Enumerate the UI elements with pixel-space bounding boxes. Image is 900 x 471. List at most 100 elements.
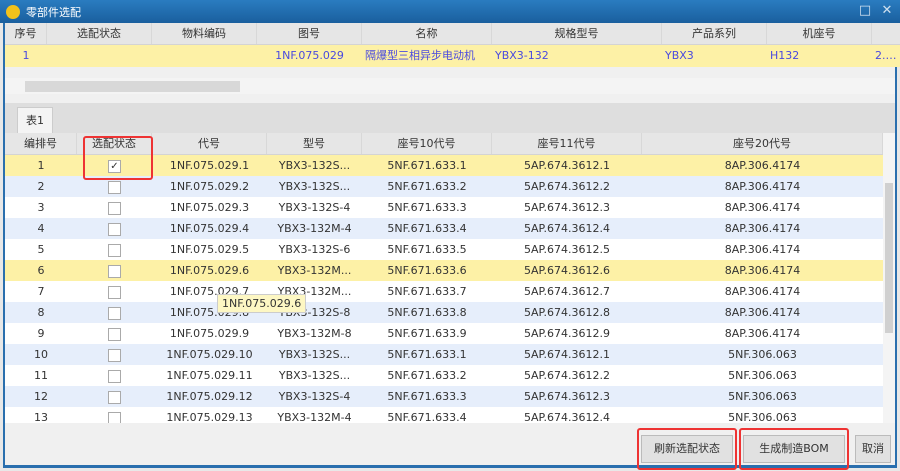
cancel-button[interactable]: 取消 — [855, 435, 891, 463]
grid-cell: 5NF.671.633.6 — [387, 264, 467, 277]
scroll-thumb[interactable] — [885, 183, 893, 333]
grid-cell: YBX3-132S... — [278, 159, 351, 172]
grid-cell: 5NF.671.633.1 — [387, 348, 467, 361]
grid-cell: 5 — [37, 243, 45, 256]
grid-cell: 13 — [34, 411, 48, 423]
grid-cell: YBX3-132M-4 — [277, 222, 352, 235]
selection-checkbox[interactable] — [108, 348, 121, 362]
grid-cell: 5AP.674.3612.6 — [524, 264, 610, 277]
selection-checkbox[interactable] — [108, 243, 121, 257]
selection-cell — [77, 386, 152, 407]
maximize-icon[interactable]: □ — [858, 4, 872, 18]
grid-row[interactable]: 3 1NF.075.029.3 YBX3-132S-4 5NF.671.633.3 5A… — [5, 197, 883, 218]
grid-cell: 1NF.075.029.2 — [169, 180, 250, 193]
scroll-thumb[interactable] — [25, 81, 240, 92]
grid-row[interactable]: 2 1NF.075.029.2 YBX3-132S... 5NF.671.633.2 5… — [5, 176, 883, 197]
selection-checkbox[interactable] — [108, 180, 121, 194]
selection-checkbox[interactable] — [108, 390, 121, 404]
grid-cell: YBX3-132S... — [278, 369, 351, 382]
grid-cell: 5NF.306.063 — [728, 411, 797, 423]
grid-row[interactable]: 8 1NF.075.029.8 YBX3-132S-8 5NF.671.633.8 5A… — [5, 302, 883, 323]
column-header[interactable] — [872, 23, 900, 44]
column-header[interactable]: 型号 — [267, 133, 362, 154]
grid-cell: 4 — [37, 222, 45, 235]
grid-cell: 5NF.671.633.1 — [387, 159, 467, 172]
selection-checkbox[interactable] — [108, 327, 121, 341]
selection-checkbox[interactable] — [108, 285, 121, 299]
grid-cell: 5AP.674.3612.9 — [524, 327, 610, 340]
selection-checkbox[interactable] — [108, 369, 121, 383]
grid-cell: 5AP.674.3612.4 — [524, 411, 610, 423]
grid-cell: YBX3-132M-8 — [277, 327, 352, 340]
grid-row[interactable]: 10 1NF.075.029.10 YBX3-132S... 5NF.671.633.… — [5, 344, 883, 365]
grid-cell: 1NF.075.029.3 — [169, 201, 250, 214]
close-icon[interactable]: ✕ — [880, 4, 894, 18]
column-header[interactable]: 名称 — [362, 23, 492, 44]
column-header[interactable]: 选配状态 — [47, 23, 152, 44]
column-header[interactable]: 座号11代号 — [492, 133, 642, 154]
selection-cell — [77, 407, 152, 423]
table-cell: 1 — [22, 49, 30, 62]
column-header[interactable]: 产品系列 — [662, 23, 767, 44]
vertical-scrollbar[interactable] — [883, 133, 895, 423]
grid-cell: 8AP.306.4174 — [724, 222, 801, 235]
dialog-body: 序号 选配状态 物料编码 图号 名称 规格型号 产品系列 机座号 1 1NF.075.029 隔爆型… — [3, 23, 900, 470]
grid-cell: 11 — [34, 369, 48, 382]
grid-row[interactable]: 7 1NF.075.029.7 YBX3-132M... 5NF.671.633.7 5… — [5, 281, 883, 302]
column-header[interactable]: 座号20代号 — [642, 133, 883, 154]
grid-row[interactable]: 12 1NF.075.029.12 YBX3-132S-4 5NF.671.633.3… — [5, 386, 883, 407]
table-cell: 1NF.075.029 — [275, 49, 344, 62]
grid-cell: YBX3-132M-4 — [277, 411, 352, 423]
grid-cell: 1 — [37, 159, 45, 172]
column-header[interactable]: 机座号 — [767, 23, 872, 44]
grid-cell: 5AP.674.3612.5 — [524, 243, 610, 256]
selection-checkbox[interactable] — [108, 222, 121, 236]
tab-table1[interactable]: 表1 — [17, 107, 53, 133]
column-header[interactable]: 图号 — [257, 23, 362, 44]
selection-checkbox[interactable] — [108, 411, 121, 423]
table-cell: YBX3-132 — [495, 49, 549, 62]
grid-cell: 5NF.671.633.7 — [387, 285, 467, 298]
selection-cell — [77, 260, 152, 281]
grid-row[interactable]: 1 ✓ 1NF.075.029.1 YBX3-132S... 5NF.671.633.1… — [5, 155, 883, 176]
grid-row[interactable]: 6 1NF.075.029.6 YBX3-132M... 5NF.671.633.6 5… — [5, 260, 883, 281]
grid-row[interactable]: 11 1NF.075.029.11 YBX3-132S... 5NF.671.633.… — [5, 365, 883, 386]
grid-cell: 3 — [37, 201, 45, 214]
grid-cell: 5NF.671.633.3 — [387, 201, 467, 214]
grid-cell: 8 — [37, 306, 45, 319]
horizontal-scrollbar[interactable] — [5, 78, 895, 94]
grid-cell: 2 — [37, 180, 45, 193]
grid-cell: 5NF.671.633.9 — [387, 327, 467, 340]
selection-checkbox[interactable]: ✓ — [108, 159, 121, 173]
grid-cell: 5AP.674.3612.2 — [524, 369, 610, 382]
grid-cell: 1NF.075.029.13 — [166, 411, 253, 423]
grid-cell: 8AP.306.4174 — [724, 243, 801, 256]
column-header[interactable]: 座号10代号 — [362, 133, 492, 154]
grid-cell: 5AP.674.3612.8 — [524, 306, 610, 319]
grid-row[interactable]: 13 1NF.075.029.13 YBX3-132M-4 5NF.671.633.4… — [5, 407, 883, 423]
tab-bar: 表1 — [5, 103, 895, 133]
selection-checkbox[interactable] — [108, 306, 121, 320]
refresh-selection-button[interactable]: 刷新选配状态 — [641, 435, 733, 463]
grid-row[interactable]: 9 1NF.075.029.9 YBX3-132M-8 5NF.671.633.9 5A… — [5, 323, 883, 344]
selection-checkbox[interactable] — [108, 264, 121, 278]
column-header[interactable]: 物料编码 — [152, 23, 257, 44]
table-cell: 2.2... — [875, 49, 900, 62]
grid-cell: 1NF.075.029.11 — [166, 369, 253, 382]
grid-cell: 1NF.075.029.12 — [166, 390, 253, 403]
grid-cell: 5NF.306.063 — [728, 390, 797, 403]
grid-cell: 8AP.306.4174 — [724, 327, 801, 340]
column-header[interactable]: 编排号 — [5, 133, 77, 154]
table-row[interactable]: 1 1NF.075.029 隔爆型三相异步电动机 YBX3-132 YBX3 H132 2.… — [5, 45, 900, 67]
generate-bom-button[interactable]: 生成制造BOM — [743, 435, 845, 463]
grid-row[interactable]: 5 1NF.075.029.5 YBX3-132S-6 5NF.671.633.5 5A… — [5, 239, 883, 260]
grid-row[interactable]: 4 1NF.075.029.4 YBX3-132M-4 5NF.671.633.4 5A… — [5, 218, 883, 239]
column-header[interactable]: 规格型号 — [492, 23, 662, 44]
column-header[interactable]: 序号 — [5, 23, 47, 44]
selection-checkbox[interactable] — [108, 201, 121, 215]
selection-cell — [77, 344, 152, 365]
grid-header: 编排号 选配状态 代号 型号 座号10代号 座号11代号 座号20代号 — [5, 133, 883, 155]
column-header[interactable]: 代号 — [152, 133, 267, 154]
column-header[interactable]: 选配状态 — [77, 133, 152, 154]
selection-cell — [77, 302, 152, 323]
